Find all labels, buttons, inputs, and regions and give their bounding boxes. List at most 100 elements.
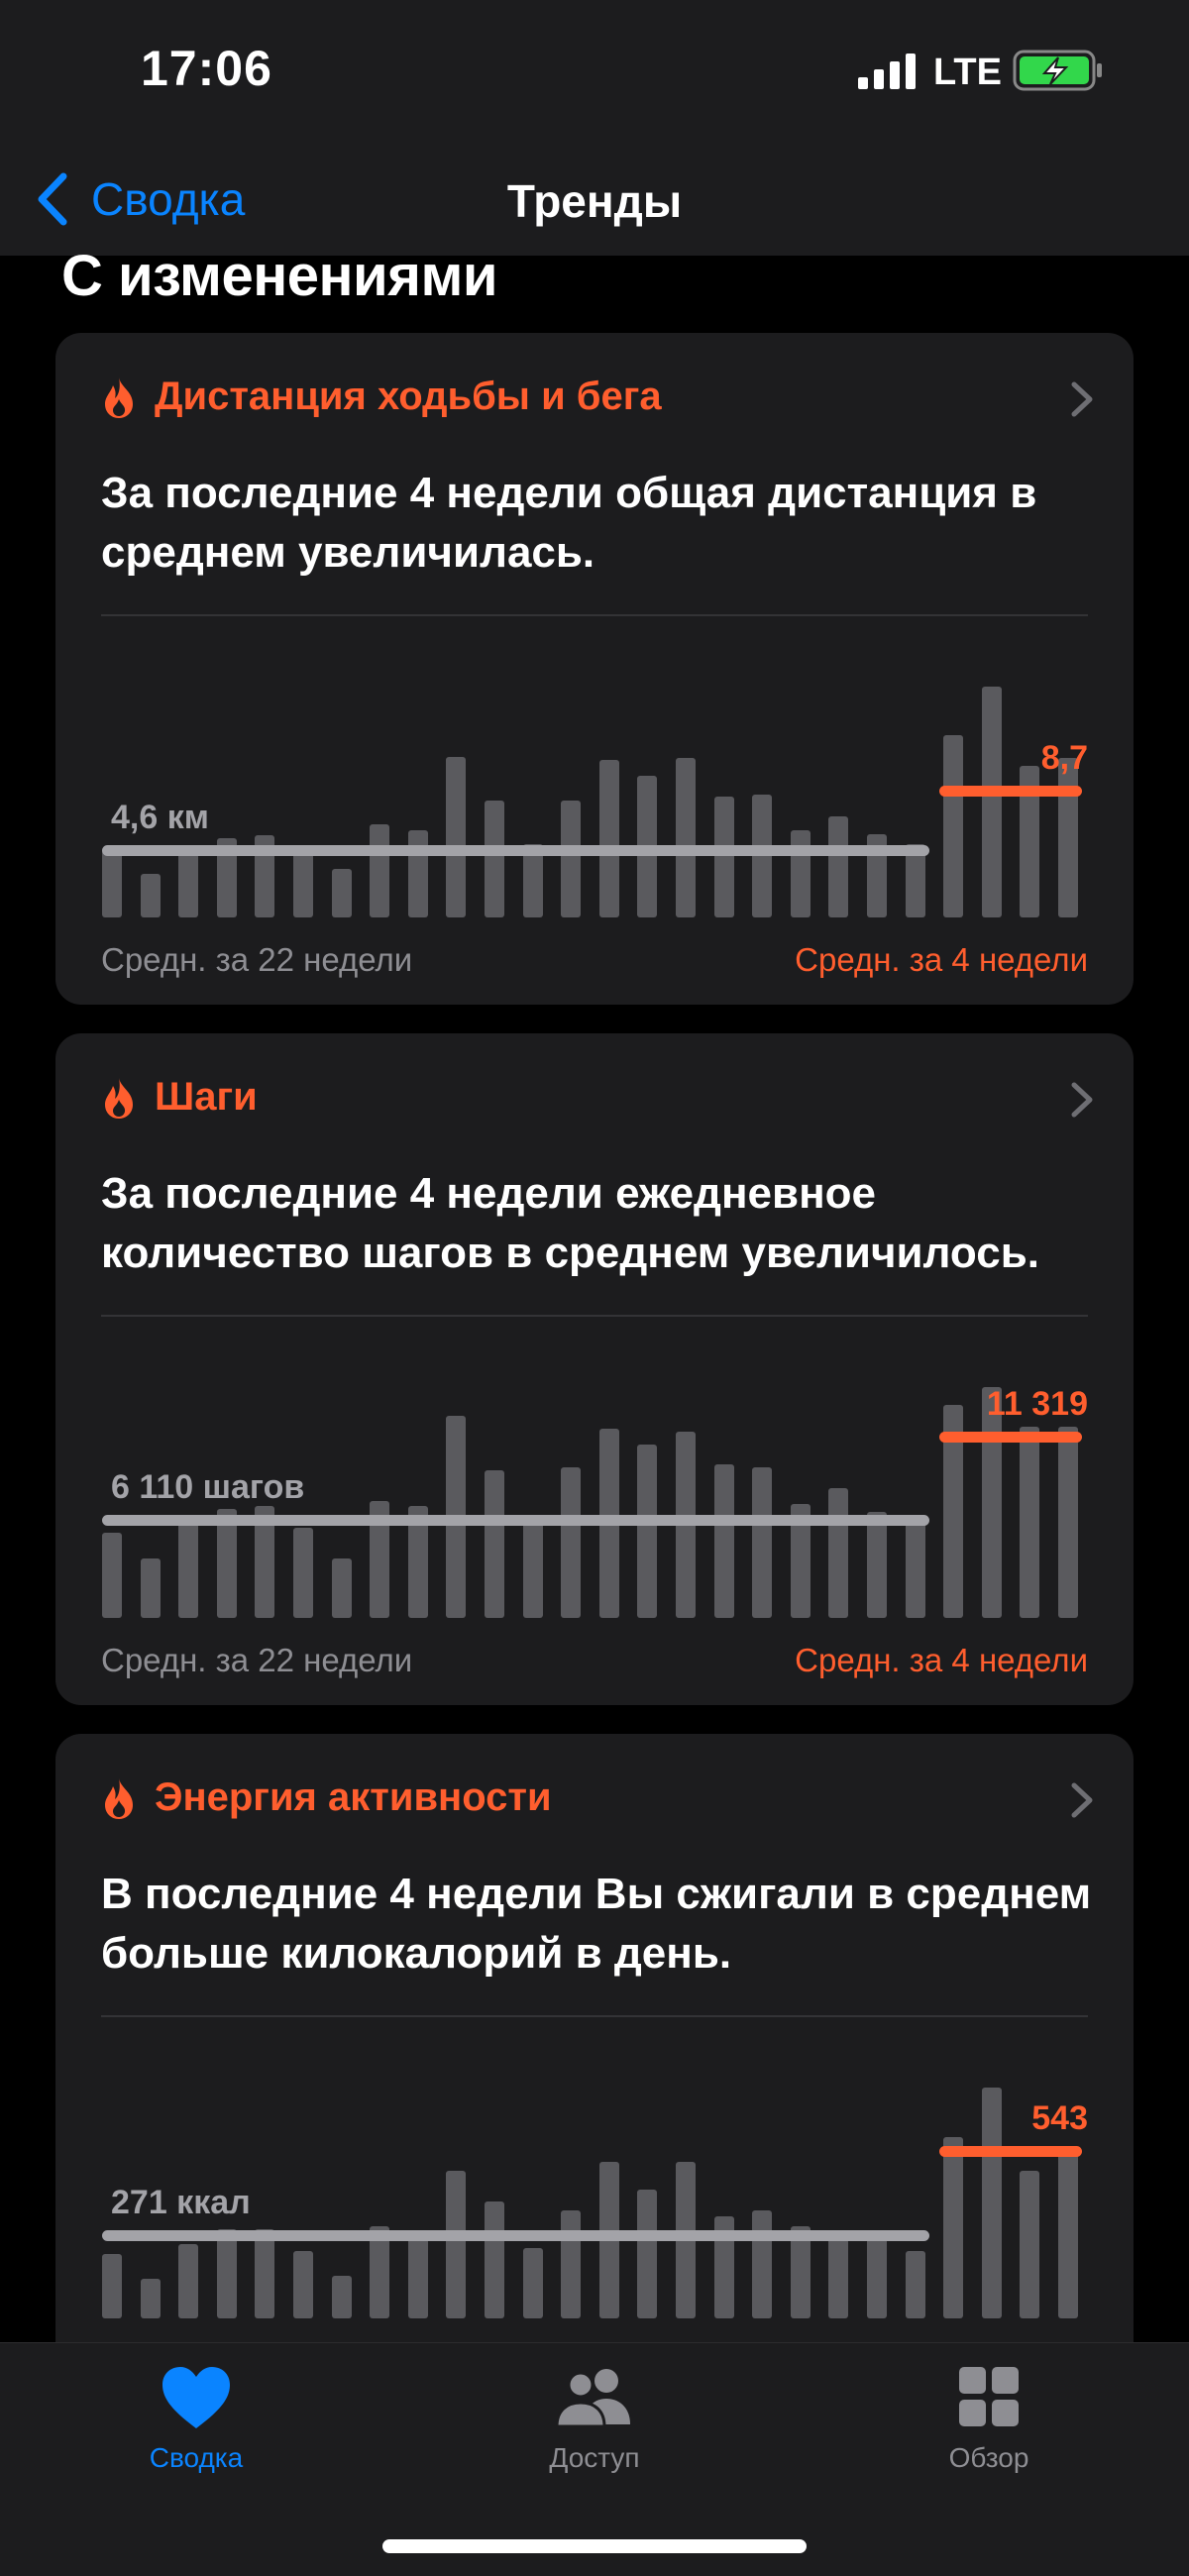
baseline-average-line	[102, 1515, 929, 1527]
card-header: Шаги	[101, 1075, 258, 1120]
signal-icon	[858, 54, 916, 89]
card-description: За последние 4 недели ежедневное количес…	[101, 1169, 1039, 1277]
recent-average-label: 8,7	[1040, 738, 1088, 777]
chart-bar	[293, 853, 313, 917]
chart-bar	[407, 829, 428, 917]
recent-average-line	[939, 2146, 1082, 2158]
network-type: LTE	[933, 52, 1002, 93]
chart-bar	[140, 2278, 161, 2318]
chart-bar	[102, 2253, 122, 2318]
baseline-average-line	[102, 845, 929, 857]
chart-bar	[867, 1512, 887, 1618]
recent-average-label: 11 319	[986, 1384, 1088, 1423]
flame-icon	[105, 1777, 133, 1819]
recent-period-label: Средн. за 4 недели	[795, 941, 1088, 978]
flame-icon	[105, 376, 133, 418]
recent-average-line	[939, 1431, 1082, 1443]
chart-bar	[446, 2170, 467, 2318]
grid-icon	[959, 2367, 1019, 2426]
chart-bar	[790, 829, 811, 917]
chart-bar	[828, 1487, 849, 1618]
chart-bar	[1058, 758, 1078, 917]
card-description: За последние 4 недели общая дистанция в …	[101, 469, 1037, 577]
recent-period-label: Средн. за 4 недели	[795, 1642, 1088, 1678]
card-header: Дистанция ходьбы и бега	[101, 375, 662, 419]
tab-label: Доступ	[549, 2442, 640, 2473]
chart-bar	[331, 1558, 352, 1618]
navigation-bar: Сводка Тренды	[0, 149, 1189, 256]
chart-bar	[485, 2200, 504, 2318]
divider	[101, 614, 1088, 616]
home-indicator	[382, 2539, 807, 2553]
chart-bar	[140, 1558, 161, 1618]
divider	[101, 1315, 1088, 1317]
tab-sharing[interactable]: Доступ	[466, 2363, 723, 2474]
chart-bar	[713, 1463, 734, 1618]
chart-bar	[828, 2238, 849, 2318]
chart-bar	[752, 2210, 773, 2318]
chart-bar	[752, 795, 773, 917]
divider	[101, 2015, 1088, 2017]
tab-label: Обзор	[948, 2442, 1029, 2473]
chart-bar	[561, 801, 582, 917]
baseline-period-label: Средн. за 22 недели	[101, 1642, 413, 1678]
tab-summary[interactable]: Сводка	[67, 2363, 325, 2474]
chart-bar	[1058, 2146, 1078, 2318]
chart-bar	[178, 2244, 199, 2318]
card-title: Шаги	[155, 1075, 258, 1119]
section-header: С изменениями	[61, 244, 498, 308]
chart-bar	[943, 734, 964, 917]
chart-bar	[561, 2210, 582, 2318]
chart-bar	[522, 2247, 543, 2318]
chart-bar	[216, 2228, 237, 2318]
chevron-right-icon	[1071, 1782, 1093, 1818]
chart-bar	[522, 1520, 543, 1618]
people-icon	[555, 2369, 630, 2428]
chevron-right-icon	[1071, 1082, 1093, 1118]
chart-bar	[370, 823, 390, 917]
chart-bar	[905, 2250, 925, 2318]
status-bar: 17:06 LTE	[0, 0, 1189, 149]
recent-average-label: 543	[1031, 2099, 1088, 2138]
chart-bar	[293, 2250, 313, 2318]
chart-bar	[255, 2228, 275, 2318]
chart-bar	[637, 1445, 658, 1618]
chart-bar	[598, 759, 619, 917]
card-header: Энергия активности	[101, 1775, 552, 1820]
chart-bar	[1020, 2170, 1040, 2318]
tab-browse[interactable]: Обзор	[860, 2363, 1118, 2474]
chart-bar	[713, 796, 734, 917]
recent-average-line	[939, 785, 1082, 797]
chart-bar	[1020, 1427, 1040, 1618]
chart-bar	[943, 2136, 964, 2318]
baseline-average-line	[102, 2229, 929, 2241]
chart-bar	[867, 2235, 887, 2318]
card-title: Энергия активности	[155, 1775, 552, 1819]
chart-bar	[485, 1470, 504, 1618]
chart-bar	[1058, 1427, 1078, 1618]
baseline-average-label: 271 ккал	[111, 2183, 251, 2221]
chart-bar	[637, 2189, 658, 2318]
flame-icon	[105, 1077, 133, 1119]
chart-bar	[446, 756, 467, 917]
chart-bar	[140, 873, 161, 917]
page-title: Тренды	[506, 175, 683, 227]
baseline-average-label: 4,6 км	[111, 799, 209, 837]
trend-card-walking-distance[interactable]: Дистанция ходьбы и бега За последние 4 н…	[55, 333, 1134, 1005]
status-time: 17:06	[141, 41, 272, 96]
card-description: В последние 4 недели Вы сжигали в средне…	[101, 1870, 1092, 1978]
chart-bar	[407, 2232, 428, 2318]
trend-card-steps[interactable]: Шаги За последние 4 недели ежедневное ко…	[55, 1033, 1134, 1705]
chart-bar	[828, 816, 849, 917]
chart-bar	[561, 1466, 582, 1618]
chart-bar	[981, 686, 1002, 917]
chart-bar	[102, 1533, 122, 1618]
chart-bar	[102, 850, 122, 917]
card-title: Дистанция ходьбы и бега	[155, 375, 662, 418]
chart-bar	[905, 1517, 925, 1618]
chart-bar	[331, 869, 352, 917]
chart-bar	[752, 1466, 773, 1618]
chart-bar	[485, 801, 504, 917]
baseline-period-label: Средн. за 22 недели	[101, 941, 413, 978]
chart-bar	[981, 2087, 1002, 2318]
